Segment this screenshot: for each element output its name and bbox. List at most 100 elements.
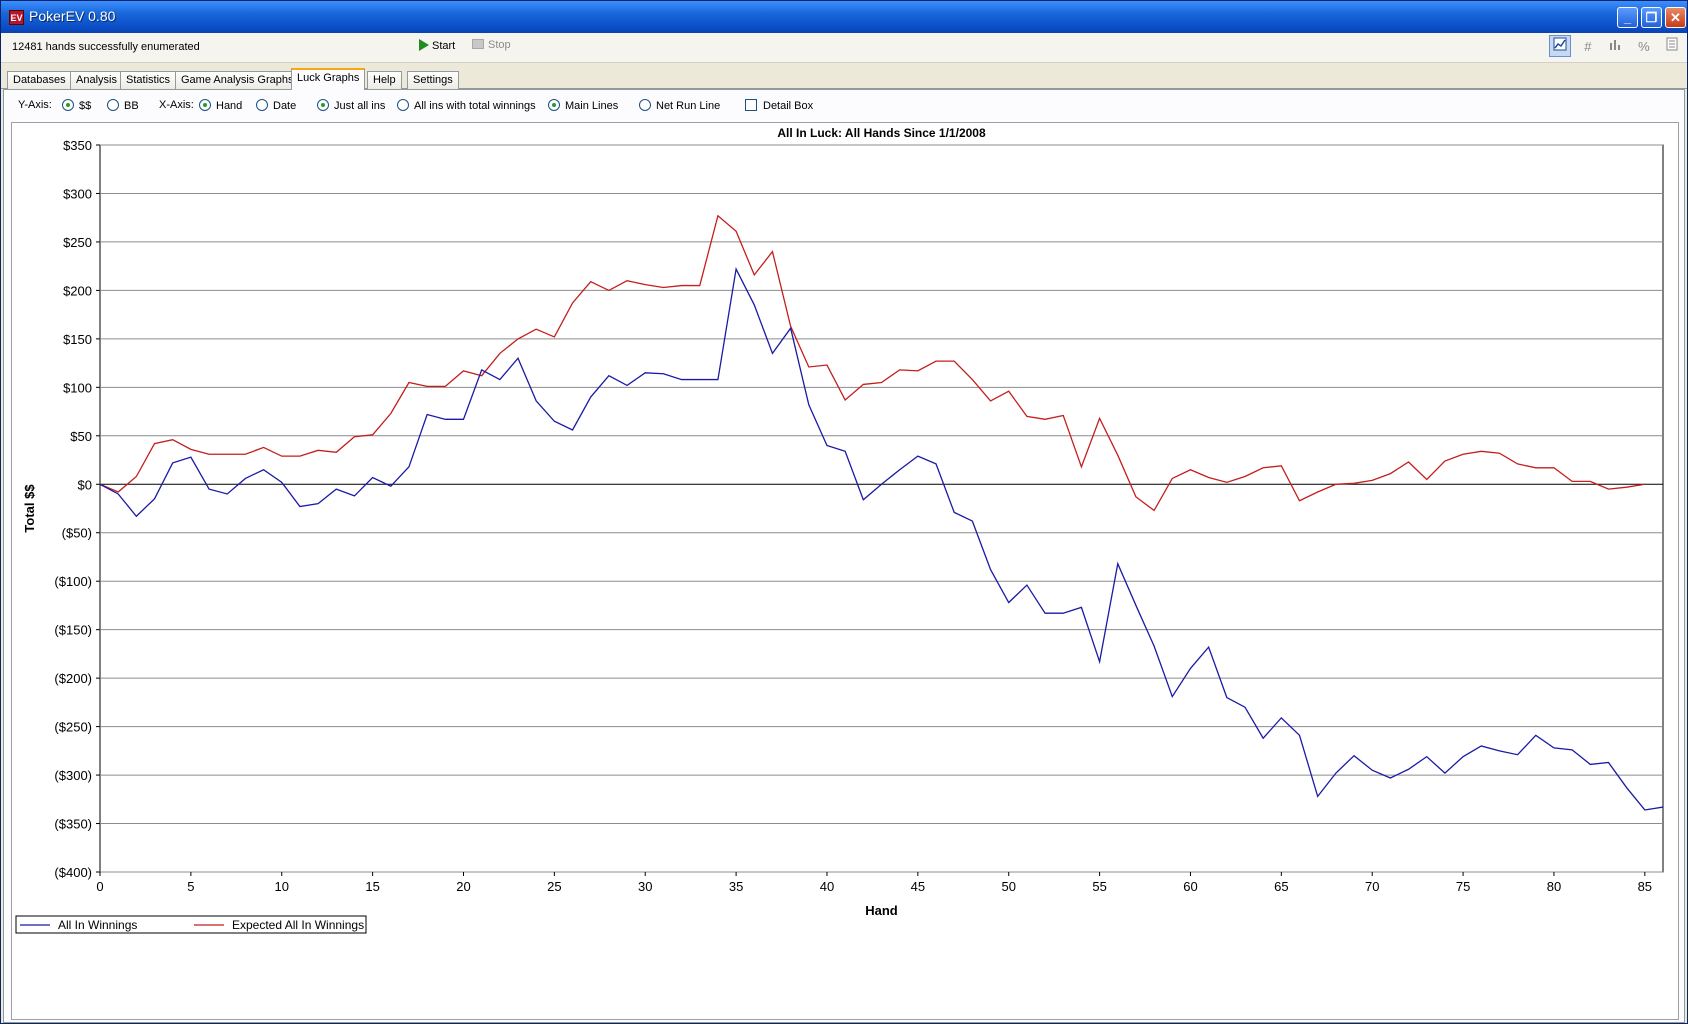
net-run-line-radio[interactable]: Net Run Line bbox=[639, 99, 720, 112]
y-tick-label: $200 bbox=[63, 283, 92, 298]
tab-luck-graphs[interactable]: Luck Graphs bbox=[291, 68, 366, 90]
luck-graphs-panel: Y-Axis: $$ BB X-Axis: Hand Date Just all… bbox=[3, 89, 1685, 1023]
radio-indicator bbox=[107, 99, 119, 111]
stop-icon bbox=[472, 39, 484, 49]
radio-indicator bbox=[317, 99, 329, 111]
radio-indicator bbox=[256, 99, 268, 111]
y-tick-label: $150 bbox=[63, 332, 92, 347]
x-tick-label: 35 bbox=[729, 879, 743, 894]
radio-indicator bbox=[639, 99, 651, 111]
just-all-ins-label: Just all ins bbox=[334, 100, 386, 112]
play-icon bbox=[419, 39, 429, 51]
x-tick-label: 70 bbox=[1365, 879, 1379, 894]
x-axis-label: X-Axis: bbox=[159, 99, 194, 111]
main-lines-label: Main Lines bbox=[565, 100, 619, 112]
restore-button[interactable]: ❐ bbox=[1641, 7, 1662, 28]
y-tick-label: ($350) bbox=[54, 817, 92, 832]
detail-box-label: Detail Box bbox=[763, 100, 814, 112]
bars-icon[interactable] bbox=[1605, 36, 1627, 58]
y-tick-label: $350 bbox=[63, 138, 92, 153]
y-axis-dollars-label: $$ bbox=[79, 100, 92, 112]
y-tick-label: ($200) bbox=[54, 671, 92, 686]
percent-icon[interactable]: % bbox=[1633, 36, 1655, 58]
minimize-button[interactable]: _ bbox=[1617, 7, 1638, 28]
window-title: PokerEV 0.80 bbox=[29, 8, 116, 24]
tab-game-analysis-graphs[interactable]: Game Analysis Graphs bbox=[175, 71, 300, 89]
status-text: 12481 hands successfully enumerated bbox=[12, 41, 200, 53]
y-tick-label: ($50) bbox=[62, 526, 92, 541]
y-tick-label: $100 bbox=[63, 380, 92, 395]
x-tick-label: 10 bbox=[275, 879, 289, 894]
chart-frame: All In Luck: All Hands Since 1/1/2008 $35… bbox=[11, 122, 1679, 1020]
y-axis-label: Total $$ bbox=[22, 484, 37, 533]
x-tick-label: 55 bbox=[1092, 879, 1106, 894]
stop-label: Stop bbox=[488, 39, 511, 51]
y-tick-label: $300 bbox=[63, 186, 92, 201]
x-axis-hand-label: Hand bbox=[216, 100, 243, 112]
stop-button[interactable]: Stop bbox=[472, 39, 511, 51]
y-tick-label: $50 bbox=[70, 429, 92, 444]
checkbox-indicator bbox=[745, 99, 757, 111]
x-axis-label: Hand bbox=[865, 903, 898, 918]
y-axis-label: Y-Axis: bbox=[18, 99, 52, 111]
y-tick-label: $0 bbox=[78, 477, 92, 492]
start-label: Start bbox=[432, 40, 456, 52]
x-tick-label: 85 bbox=[1638, 879, 1652, 894]
y-tick-label: ($150) bbox=[54, 623, 92, 638]
just-all-ins-radio[interactable]: Just all ins bbox=[317, 99, 385, 112]
main-lines-radio[interactable]: Main Lines bbox=[548, 99, 618, 112]
x-axis-date-label: Date bbox=[273, 100, 297, 112]
luck-chart: All In Luck: All Hands Since 1/1/2008 $35… bbox=[15, 126, 1664, 934]
app-window: EV PokerEV 0.80 _ ❐ ✕ 12481 hands succes… bbox=[0, 0, 1688, 1024]
radio-indicator bbox=[397, 99, 409, 111]
tab-help[interactable]: Help bbox=[367, 71, 402, 89]
chart-title: All In Luck: All Hands Since 1/1/2008 bbox=[777, 126, 986, 140]
radio-indicator bbox=[199, 99, 211, 111]
y-tick-label: ($100) bbox=[54, 574, 92, 589]
legend-label: Expected All In Winnings bbox=[232, 918, 364, 932]
graph-options-bar: Y-Axis: $$ BB X-Axis: Hand Date Just all… bbox=[4, 90, 1684, 120]
tab-bar: Databases Analysis Statistics Game Analy… bbox=[1, 63, 1687, 90]
y-axis-bb-radio[interactable]: BB bbox=[107, 99, 139, 112]
x-tick-label: 25 bbox=[547, 879, 561, 894]
radio-indicator bbox=[548, 99, 560, 111]
tab-statistics[interactable]: Statistics bbox=[120, 71, 177, 89]
plot-area bbox=[99, 144, 1664, 873]
all-ins-total-label: All ins with total winnings bbox=[414, 100, 536, 112]
document-icon[interactable] bbox=[1661, 36, 1683, 58]
radio-indicator bbox=[62, 99, 74, 111]
view-toggle-group: # % bbox=[1546, 35, 1683, 61]
x-tick-label: 20 bbox=[456, 879, 470, 894]
detail-box-checkbox[interactable]: Detail Box bbox=[745, 99, 813, 112]
x-tick-label: 50 bbox=[1001, 879, 1015, 894]
y-tick-label: ($250) bbox=[54, 720, 92, 735]
all-ins-total-radio[interactable]: All ins with total winnings bbox=[397, 99, 536, 112]
x-tick-label: 60 bbox=[1183, 879, 1197, 894]
x-axis-hand-radio[interactable]: Hand bbox=[199, 99, 242, 112]
y-axis-dollars-radio[interactable]: $$ bbox=[62, 99, 91, 112]
x-tick-label: 80 bbox=[1547, 879, 1561, 894]
x-tick-label: 65 bbox=[1274, 879, 1288, 894]
y-tick-label: ($400) bbox=[54, 865, 92, 880]
toolbar: 12481 hands successfully enumerated Star… bbox=[1, 33, 1687, 63]
x-tick-label: 40 bbox=[820, 879, 834, 894]
x-tick-label: 5 bbox=[187, 879, 194, 894]
tab-analysis[interactable]: Analysis bbox=[70, 71, 123, 89]
chart-icon[interactable] bbox=[1548, 35, 1571, 57]
close-button[interactable]: ✕ bbox=[1665, 7, 1686, 28]
x-tick-label: 45 bbox=[911, 879, 925, 894]
net-run-line-label: Net Run Line bbox=[656, 100, 721, 112]
title-bar[interactable]: EV PokerEV 0.80 _ ❐ ✕ bbox=[1, 1, 1687, 33]
x-tick-label: 0 bbox=[96, 879, 103, 894]
legend-label: All In Winnings bbox=[58, 918, 137, 932]
x-tick-label: 30 bbox=[638, 879, 652, 894]
x-axis-date-radio[interactable]: Date bbox=[256, 99, 296, 112]
start-button[interactable]: Start bbox=[419, 39, 455, 52]
y-tick-label: $250 bbox=[63, 235, 92, 250]
tab-databases[interactable]: Databases bbox=[7, 71, 72, 89]
y-tick-label: ($300) bbox=[54, 768, 92, 783]
x-tick-label: 15 bbox=[365, 879, 379, 894]
y-axis-bb-label: BB bbox=[124, 100, 139, 112]
tab-settings[interactable]: Settings bbox=[407, 71, 459, 89]
hash-icon[interactable]: # bbox=[1577, 36, 1599, 58]
